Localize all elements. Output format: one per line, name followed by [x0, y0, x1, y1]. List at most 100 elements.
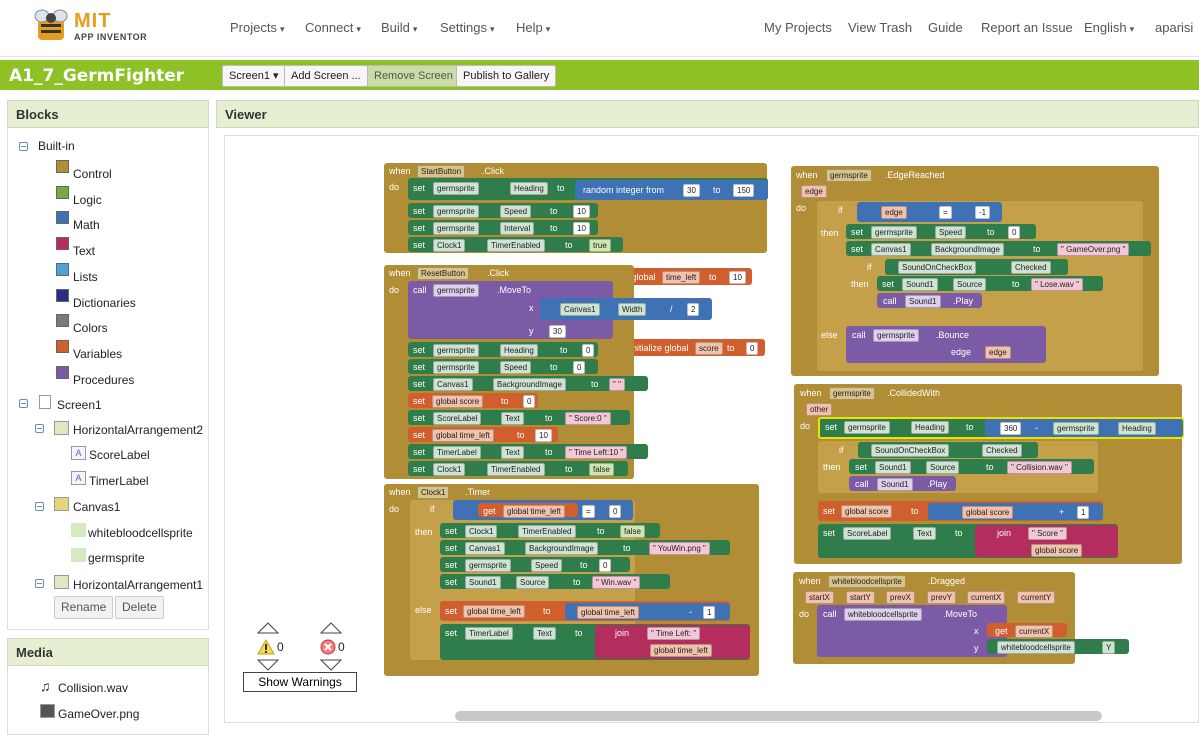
text-input[interactable]: " Score ": [1028, 527, 1068, 540]
number-input[interactable]: 0: [523, 395, 536, 408]
component-dropdown[interactable]: germsprite: [433, 361, 479, 374]
property-dropdown[interactable]: Heading: [911, 421, 949, 434]
add-screen-button[interactable]: Add Screen ...: [284, 65, 368, 87]
property-dropdown[interactable]: BackgroundImage: [525, 542, 598, 555]
variable-dropdown[interactable]: currentX: [1015, 625, 1054, 638]
component-dropdown[interactable]: Sound1: [875, 461, 911, 474]
blocks-workspace[interactable]: when StartButton .Click do set germsprit…: [224, 135, 1199, 723]
builtin-control[interactable]: Control: [73, 167, 112, 181]
parameter-chip[interactable]: prevX: [886, 591, 915, 604]
variable-dropdown[interactable]: global time_left: [503, 505, 565, 518]
builtin-lists[interactable]: Lists: [73, 270, 98, 284]
tree-timer-label[interactable]: TimerLabel: [89, 474, 149, 488]
get-variable-block[interactable]: global time_left: [577, 606, 639, 619]
tree-germsprite[interactable]: germsprite: [88, 551, 145, 565]
menu-user[interactable]: aparisi: [1155, 20, 1193, 35]
variable-name-field[interactable]: score: [695, 342, 723, 355]
property-dropdown[interactable]: Speed: [935, 226, 967, 239]
property-dropdown[interactable]: Checked: [1011, 261, 1051, 274]
collapse-toggle-icon[interactable]: [19, 142, 28, 151]
collapse-toggle-icon[interactable]: [35, 502, 44, 511]
builtin-text[interactable]: Text: [73, 244, 95, 258]
property-dropdown[interactable]: Text: [501, 446, 524, 459]
property-dropdown[interactable]: Heading: [500, 344, 538, 357]
text-input[interactable]: " Collision.wav ": [1007, 461, 1072, 474]
boolean-dropdown[interactable]: false: [589, 463, 614, 476]
variable-name-field[interactable]: time_left: [662, 271, 701, 284]
text-input[interactable]: " ": [609, 378, 625, 391]
property-dropdown[interactable]: Source: [516, 576, 550, 589]
component-dropdown[interactable]: germsprite: [433, 205, 479, 218]
property-dropdown[interactable]: Source: [926, 461, 960, 474]
builtin-dictionaries[interactable]: Dictionaries: [73, 296, 136, 310]
number-input[interactable]: 0: [599, 559, 612, 572]
component-dropdown[interactable]: ScoreLabel: [433, 412, 482, 425]
number-input[interactable]: 0: [746, 342, 759, 355]
builtin-variables[interactable]: Variables: [73, 347, 122, 361]
property-dropdown[interactable]: TimerEnabled: [518, 525, 576, 538]
operator-dropdown[interactable]: =: [582, 505, 595, 518]
component-dropdown[interactable]: whitebloodcellsprite: [997, 641, 1075, 654]
property-dropdown[interactable]: TimerEnabled: [487, 463, 545, 476]
collapse-toggle-icon[interactable]: [35, 424, 44, 433]
media-file-collision[interactable]: Collision.wav: [58, 681, 128, 695]
number-input[interactable]: 0: [1008, 226, 1021, 239]
number-input[interactable]: 10: [573, 222, 590, 235]
component-dropdown[interactable]: germsprite: [433, 284, 479, 297]
property-dropdown[interactable]: Text: [913, 527, 936, 540]
component-dropdown[interactable]: Canvas1: [433, 378, 473, 391]
tree-canvas1[interactable]: Canvas1: [73, 500, 120, 514]
number-input[interactable]: 10: [573, 205, 590, 218]
boolean-dropdown[interactable]: true: [589, 239, 611, 252]
property-dropdown[interactable]: Heading: [1118, 422, 1156, 435]
component-dropdown[interactable]: Sound1: [465, 576, 501, 589]
parameter-chip[interactable]: currentX: [967, 591, 1006, 604]
property-dropdown[interactable]: Heading: [510, 182, 548, 195]
builtin-math[interactable]: Math: [73, 218, 100, 232]
component-dropdown[interactable]: SoundOnCheckBox: [898, 261, 977, 274]
property-dropdown[interactable]: Speed: [531, 559, 563, 572]
text-input[interactable]: " Time Left:10 ": [565, 446, 628, 459]
operator-dropdown[interactable]: =: [939, 206, 952, 219]
collapse-toggle-icon[interactable]: [35, 579, 44, 588]
text-input[interactable]: " Score:0 ": [565, 412, 611, 425]
variable-dropdown[interactable]: global time_left: [432, 429, 494, 442]
rename-button[interactable]: Rename: [54, 596, 114, 619]
component-dropdown[interactable]: germsprite: [433, 344, 479, 357]
property-dropdown[interactable]: TimerEnabled: [487, 239, 545, 252]
component-dropdown[interactable]: StartButton: [417, 165, 466, 178]
component-dropdown[interactable]: germsprite: [871, 226, 917, 239]
remove-screen-button[interactable]: Remove Screen: [367, 65, 460, 87]
component-dropdown[interactable]: germsprite: [829, 387, 875, 400]
component-dropdown[interactable]: Sound1: [877, 478, 913, 491]
text-input[interactable]: " GameOver.png ": [1057, 243, 1130, 256]
builtin-colors[interactable]: Colors: [73, 321, 108, 335]
component-dropdown[interactable]: SoundOnCheckBox: [871, 444, 950, 457]
text-input[interactable]: " Lose.wav ": [1031, 278, 1083, 291]
component-dropdown[interactable]: germsprite: [433, 182, 479, 195]
builtin-logic[interactable]: Logic: [73, 193, 102, 207]
component-dropdown[interactable]: ScoreLabel: [843, 527, 892, 540]
component-dropdown[interactable]: germsprite: [433, 222, 479, 235]
text-input[interactable]: " YouWin.png ": [649, 542, 710, 555]
property-dropdown[interactable]: Width: [618, 303, 647, 316]
number-input[interactable]: 2: [687, 303, 700, 316]
component-dropdown[interactable]: Clock1: [433, 239, 466, 252]
component-dropdown[interactable]: germsprite: [873, 329, 919, 342]
property-dropdown[interactable]: Speed: [500, 205, 532, 218]
component-dropdown[interactable]: Clock1: [417, 486, 450, 499]
link-my-projects[interactable]: My Projects: [764, 20, 832, 35]
property-dropdown[interactable]: Speed: [500, 361, 532, 374]
parameter-chip[interactable]: startX: [805, 591, 834, 604]
component-dropdown[interactable]: Clock1: [433, 463, 466, 476]
number-input[interactable]: 0: [573, 361, 586, 374]
media-file-gameover[interactable]: GameOver.png: [58, 707, 139, 721]
delete-button[interactable]: Delete: [115, 596, 164, 619]
screen-select-button[interactable]: Screen1 ▾: [222, 65, 286, 87]
menu-help[interactable]: Help ▾: [516, 20, 550, 35]
property-dropdown[interactable]: BackgroundImage: [931, 243, 1004, 256]
builtin-procedures[interactable]: Procedures: [73, 373, 134, 387]
component-dropdown[interactable]: TimerLabel: [433, 446, 481, 459]
number-input[interactable]: 10: [729, 271, 746, 284]
link-view-trash[interactable]: View Trash: [848, 20, 912, 35]
